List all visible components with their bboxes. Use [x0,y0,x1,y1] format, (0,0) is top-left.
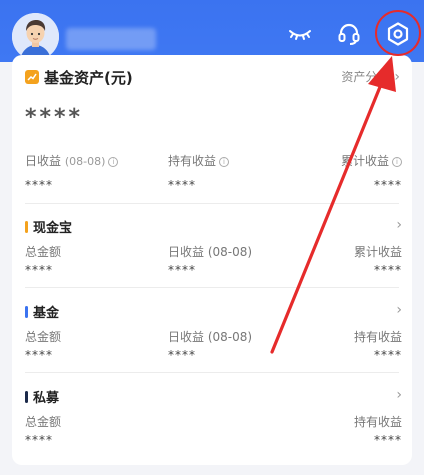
divider [25,287,399,288]
divider [25,372,399,373]
total-amount-value: **** [25,263,53,277]
top-header [0,0,424,62]
daily-income-label: 日收益 (08-08) i [25,152,119,169]
holding-income-label: 持有收益 i [168,152,230,169]
holding-income-value: **** [374,433,402,447]
fund-assets-title: 基金资产(元) [44,68,133,87]
holding-income-label: 持有收益 [353,330,402,344]
section-title-private[interactable]: 私募 [25,387,59,406]
cumulative-income-label: 累计收益 i [341,152,402,169]
holding-income-value: **** [168,178,196,192]
daily-income-label: 日收益 (08-08) [168,330,253,344]
cumulative-income-label: 累计收益 [353,245,402,259]
info-icon[interactable]: i [108,157,119,167]
section-title-fund[interactable]: 基金 [25,302,59,321]
info-icon[interactable]: i [392,157,402,167]
cumulative-income-value: **** [374,263,402,277]
headset-icon[interactable] [335,20,363,48]
cumulative-income-value: **** [374,178,402,192]
total-amount-label: 总金额 [25,330,62,344]
daily-income-value: **** [25,178,53,192]
chevron-right-icon: › [394,68,400,85]
total-amount-value: **** [25,348,53,362]
info-icon[interactable]: i [219,157,230,167]
daily-income-label: 日收益 (08-08) [168,245,253,259]
divider [25,203,399,204]
highlight-circle [375,10,421,56]
asset-analysis-link[interactable]: 资产分析 › [341,68,400,85]
username-blurred [66,28,156,50]
total-assets-value: **** [25,105,84,130]
total-amount-value: **** [25,433,53,447]
chevron-right-icon[interactable]: › [396,387,402,403]
holding-income-value: **** [374,348,402,362]
total-amount-label: 总金额 [25,245,62,259]
assets-card: 基金资产(元) 资产分析 › **** 日收益 (08-08) i 持有收益 i 累… [12,55,412,465]
daily-income-value: **** [168,263,196,277]
daily-income-value: **** [168,348,196,362]
holding-income-label: 持有收益 [353,415,402,429]
chart-icon [25,70,39,84]
section-title-cash[interactable]: 现金宝 [25,217,72,236]
total-amount-label: 总金额 [25,415,62,429]
chevron-right-icon[interactable]: › [396,217,402,233]
avatar[interactable] [12,13,59,60]
fund-assets-header: 基金资产(元) [25,67,133,87]
chevron-right-icon[interactable]: › [396,302,402,318]
eye-closed-icon[interactable] [286,20,314,48]
